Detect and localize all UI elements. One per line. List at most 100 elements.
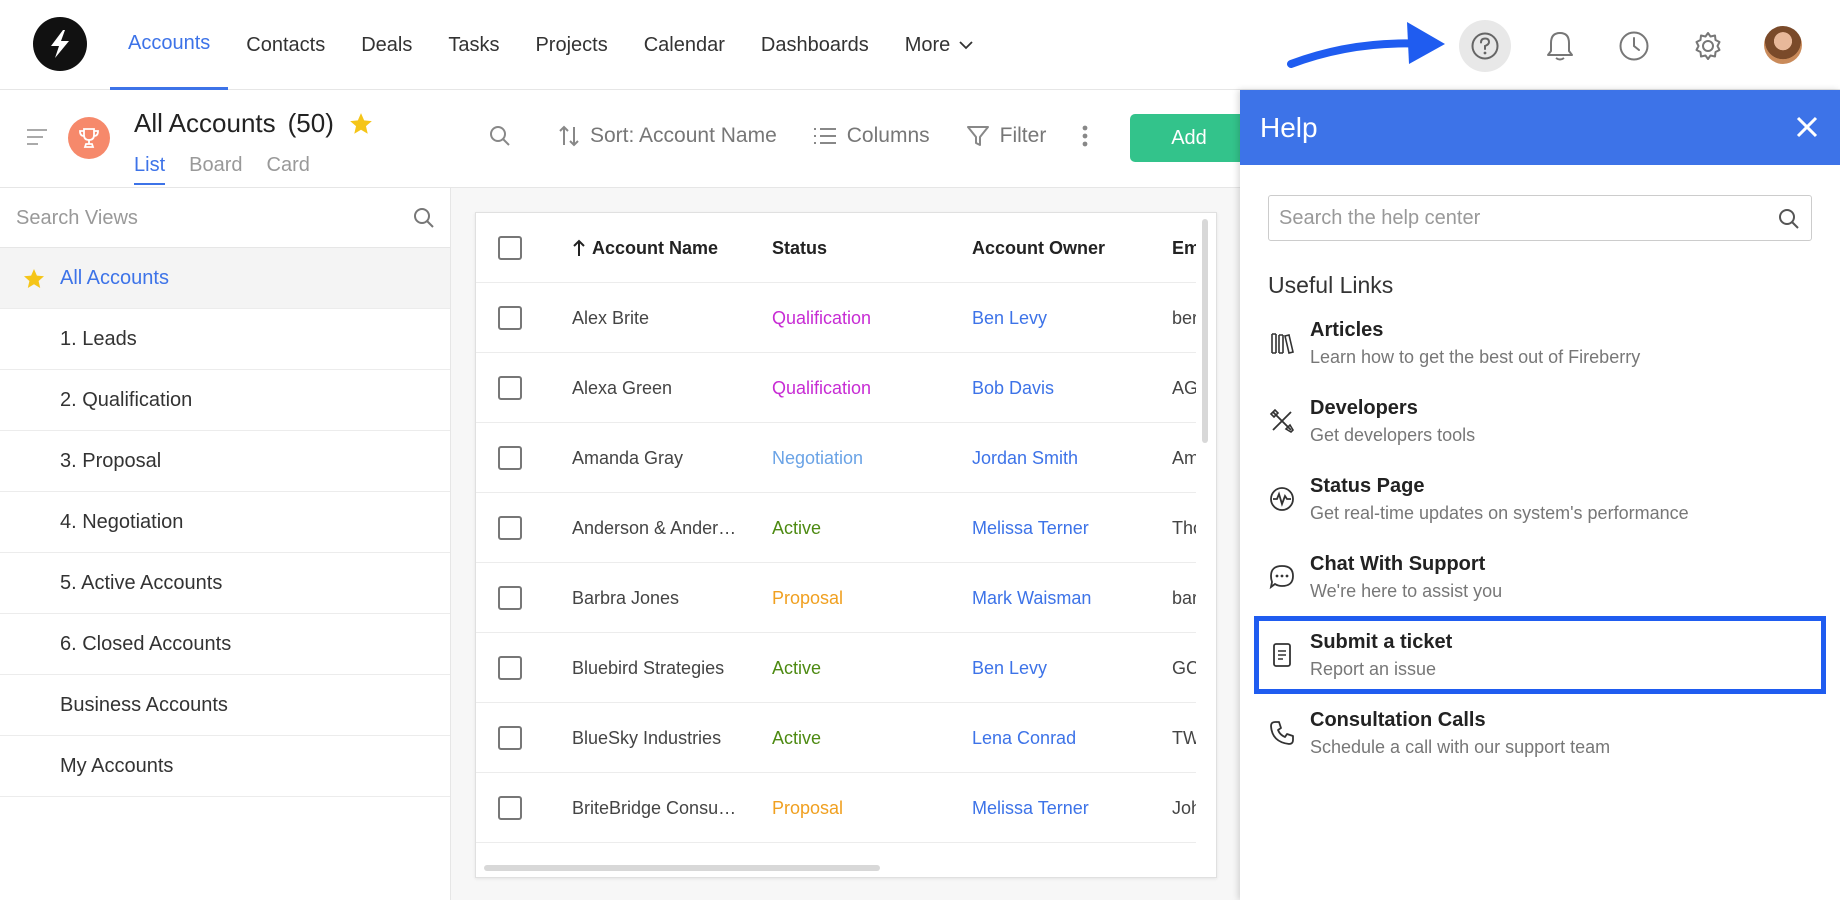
account-name-cell[interactable]: Anderson & Ander…: [572, 493, 742, 563]
nav-more[interactable]: More: [887, 0, 993, 90]
nav-deals[interactable]: Deals: [343, 0, 430, 90]
nav-projects[interactable]: Projects: [517, 0, 625, 90]
filter-button[interactable]: Filter: [966, 124, 1046, 148]
account-owner-link[interactable]: Melissa Terner: [972, 773, 1152, 843]
email-cell: bar: [1172, 587, 1196, 608]
tab-list[interactable]: List: [134, 154, 166, 185]
table-row[interactable]: Amanda Gray Negotiation Jordan Smith Am: [476, 423, 1196, 493]
status-cell: Active: [772, 517, 822, 538]
sidebar-item-my-accounts[interactable]: My Accounts: [0, 736, 450, 797]
columns-button[interactable]: Columns: [813, 124, 930, 148]
annotation-arrow-icon: [1285, 14, 1455, 79]
help-link-status-page[interactable]: Status Page Get real-time updates on sys…: [1268, 473, 1812, 543]
sort-button[interactable]: Sort: Account Name: [558, 124, 777, 148]
close-icon[interactable]: [1794, 114, 1820, 147]
sidebar-item-active-accounts[interactable]: 5. Active Accounts: [0, 553, 450, 614]
table-row[interactable]: Alex Brite Qualification Ben Levy ber: [476, 283, 1196, 353]
accounts-table: Account Name Status Account Owner Em Ale…: [475, 212, 1217, 878]
table-header-row: Account Name Status Account Owner Em: [476, 213, 1196, 283]
nav-dashboards[interactable]: Dashboards: [743, 0, 887, 90]
search-button[interactable]: [488, 124, 522, 148]
account-owner-link[interactable]: Ben Levy: [972, 283, 1152, 353]
row-checkbox[interactable]: [498, 656, 522, 680]
account-name-cell[interactable]: BriteBridge Consu…: [572, 773, 742, 843]
bell-icon[interactable]: [1534, 20, 1586, 72]
help-icon[interactable]: [1459, 20, 1511, 72]
pulse-icon: [1268, 485, 1296, 513]
status-cell: Active: [772, 657, 822, 678]
help-link-chat-with-support[interactable]: Chat With Support We're here to assist y…: [1268, 551, 1812, 621]
column-header-status[interactable]: Status: [772, 213, 952, 283]
favorite-star-icon[interactable]: [348, 111, 374, 137]
clock-icon[interactable]: [1608, 20, 1660, 72]
vertical-scrollbar[interactable]: [1202, 219, 1208, 443]
column-header-account-owner[interactable]: Account Owner: [972, 213, 1152, 283]
account-name-cell[interactable]: Amanda Gray: [572, 423, 742, 493]
nav-contacts[interactable]: Contacts: [228, 0, 343, 90]
views-sidebar: All Accounts 1. Leads 2. Qualification 3…: [0, 188, 451, 900]
tab-card[interactable]: Card: [267, 154, 310, 185]
row-checkbox[interactable]: [498, 516, 522, 540]
table-row[interactable]: Bluebird Strategies Active Ben Levy GC: [476, 633, 1196, 703]
column-header-email[interactable]: Em: [1172, 213, 1196, 283]
account-owner-link[interactable]: Mark Waisman: [972, 563, 1152, 633]
row-checkbox[interactable]: [498, 376, 522, 400]
top-navigation-bar: Accounts Contacts Deals Tasks Projects C…: [0, 0, 1840, 90]
sidebar-item-leads[interactable]: 1. Leads: [0, 309, 450, 370]
account-name-cell[interactable]: Barbra Jones: [572, 563, 742, 633]
fireberry-logo[interactable]: [33, 17, 87, 71]
sidebar-item-proposal[interactable]: 3. Proposal: [0, 431, 450, 492]
row-checkbox[interactable]: [498, 306, 522, 330]
column-header-account-name[interactable]: Account Name: [572, 213, 742, 283]
help-panel-title: Help: [1260, 111, 1318, 143]
account-name-cell[interactable]: BlueSky Industries: [572, 703, 742, 773]
search-icon[interactable]: [1777, 207, 1801, 236]
search-icon[interactable]: [412, 206, 436, 235]
sidebar-item-negotiation[interactable]: 4. Negotiation: [0, 492, 450, 553]
more-options-button[interactable]: [1082, 124, 1098, 148]
account-owner-link[interactable]: Ben Levy: [972, 633, 1152, 703]
help-search-input[interactable]: [1269, 196, 1759, 240]
tab-board[interactable]: Board: [189, 154, 242, 185]
search-views-input[interactable]: [0, 188, 380, 248]
account-owner-link[interactable]: Lena Conrad: [972, 703, 1152, 773]
account-owner-link[interactable]: Jordan Smith: [972, 423, 1152, 493]
horizontal-scrollbar[interactable]: [484, 865, 880, 871]
account-name-cell[interactable]: Bluebird Strategies: [572, 633, 742, 703]
table-row[interactable]: BlueSky Industries Active Lena Conrad TW: [476, 703, 1196, 773]
select-all-checkbox[interactable]: [498, 236, 522, 260]
list-columns-icon: [813, 128, 836, 144]
account-name-cell[interactable]: Alexa Green: [572, 353, 742, 423]
table-row[interactable]: Anderson & Ander… Active Melissa Terner Tho: [476, 493, 1196, 563]
menu-toggle-icon[interactable]: [26, 128, 48, 151]
sidebar-item-qualification[interactable]: 2. Qualification: [0, 370, 450, 431]
help-link-consultation-calls[interactable]: Consultation Calls Schedule a call with …: [1268, 707, 1812, 777]
highlight-annotation-box: [1254, 616, 1826, 694]
main-nav: Accounts Contacts Deals Tasks Projects C…: [110, 0, 992, 90]
account-owner-link[interactable]: Bob Davis: [972, 353, 1152, 423]
table-row[interactable]: Barbra Jones Proposal Mark Waisman bar: [476, 563, 1196, 633]
sidebar-item-all-accounts[interactable]: All Accounts: [0, 248, 450, 309]
account-name-cell[interactable]: Alex Brite: [572, 283, 742, 353]
sidebar-item-business-accounts[interactable]: Business Accounts: [0, 675, 450, 736]
help-link-articles[interactable]: Articles Learn how to get the best out o…: [1268, 317, 1812, 387]
table-row[interactable]: BriteBridge Consu… Proposal Melissa Terner…: [476, 773, 1196, 843]
row-checkbox[interactable]: [498, 446, 522, 470]
add-button[interactable]: Add: [1130, 114, 1248, 162]
gear-icon[interactable]: [1682, 20, 1734, 72]
nav-tasks[interactable]: Tasks: [430, 0, 517, 90]
help-link-developers[interactable]: Developers Get developers tools: [1268, 395, 1812, 465]
email-cell: Am: [1172, 447, 1196, 468]
email-cell: AG: [1172, 377, 1196, 398]
table-row[interactable]: Alexa Green Qualification Bob Davis AG: [476, 353, 1196, 423]
account-owner-link[interactable]: Melissa Terner: [972, 493, 1152, 563]
nav-calendar[interactable]: Calendar: [626, 0, 743, 90]
row-checkbox[interactable]: [498, 586, 522, 610]
sort-icon: [559, 125, 579, 147]
list-toolbar: Sort: Account Name Columns Filter: [488, 112, 1134, 160]
user-avatar[interactable]: [1764, 26, 1802, 64]
row-checkbox[interactable]: [498, 726, 522, 750]
sidebar-item-closed-accounts[interactable]: 6. Closed Accounts: [0, 614, 450, 675]
row-checkbox[interactable]: [498, 796, 522, 820]
nav-accounts[interactable]: Accounts: [110, 0, 229, 90]
